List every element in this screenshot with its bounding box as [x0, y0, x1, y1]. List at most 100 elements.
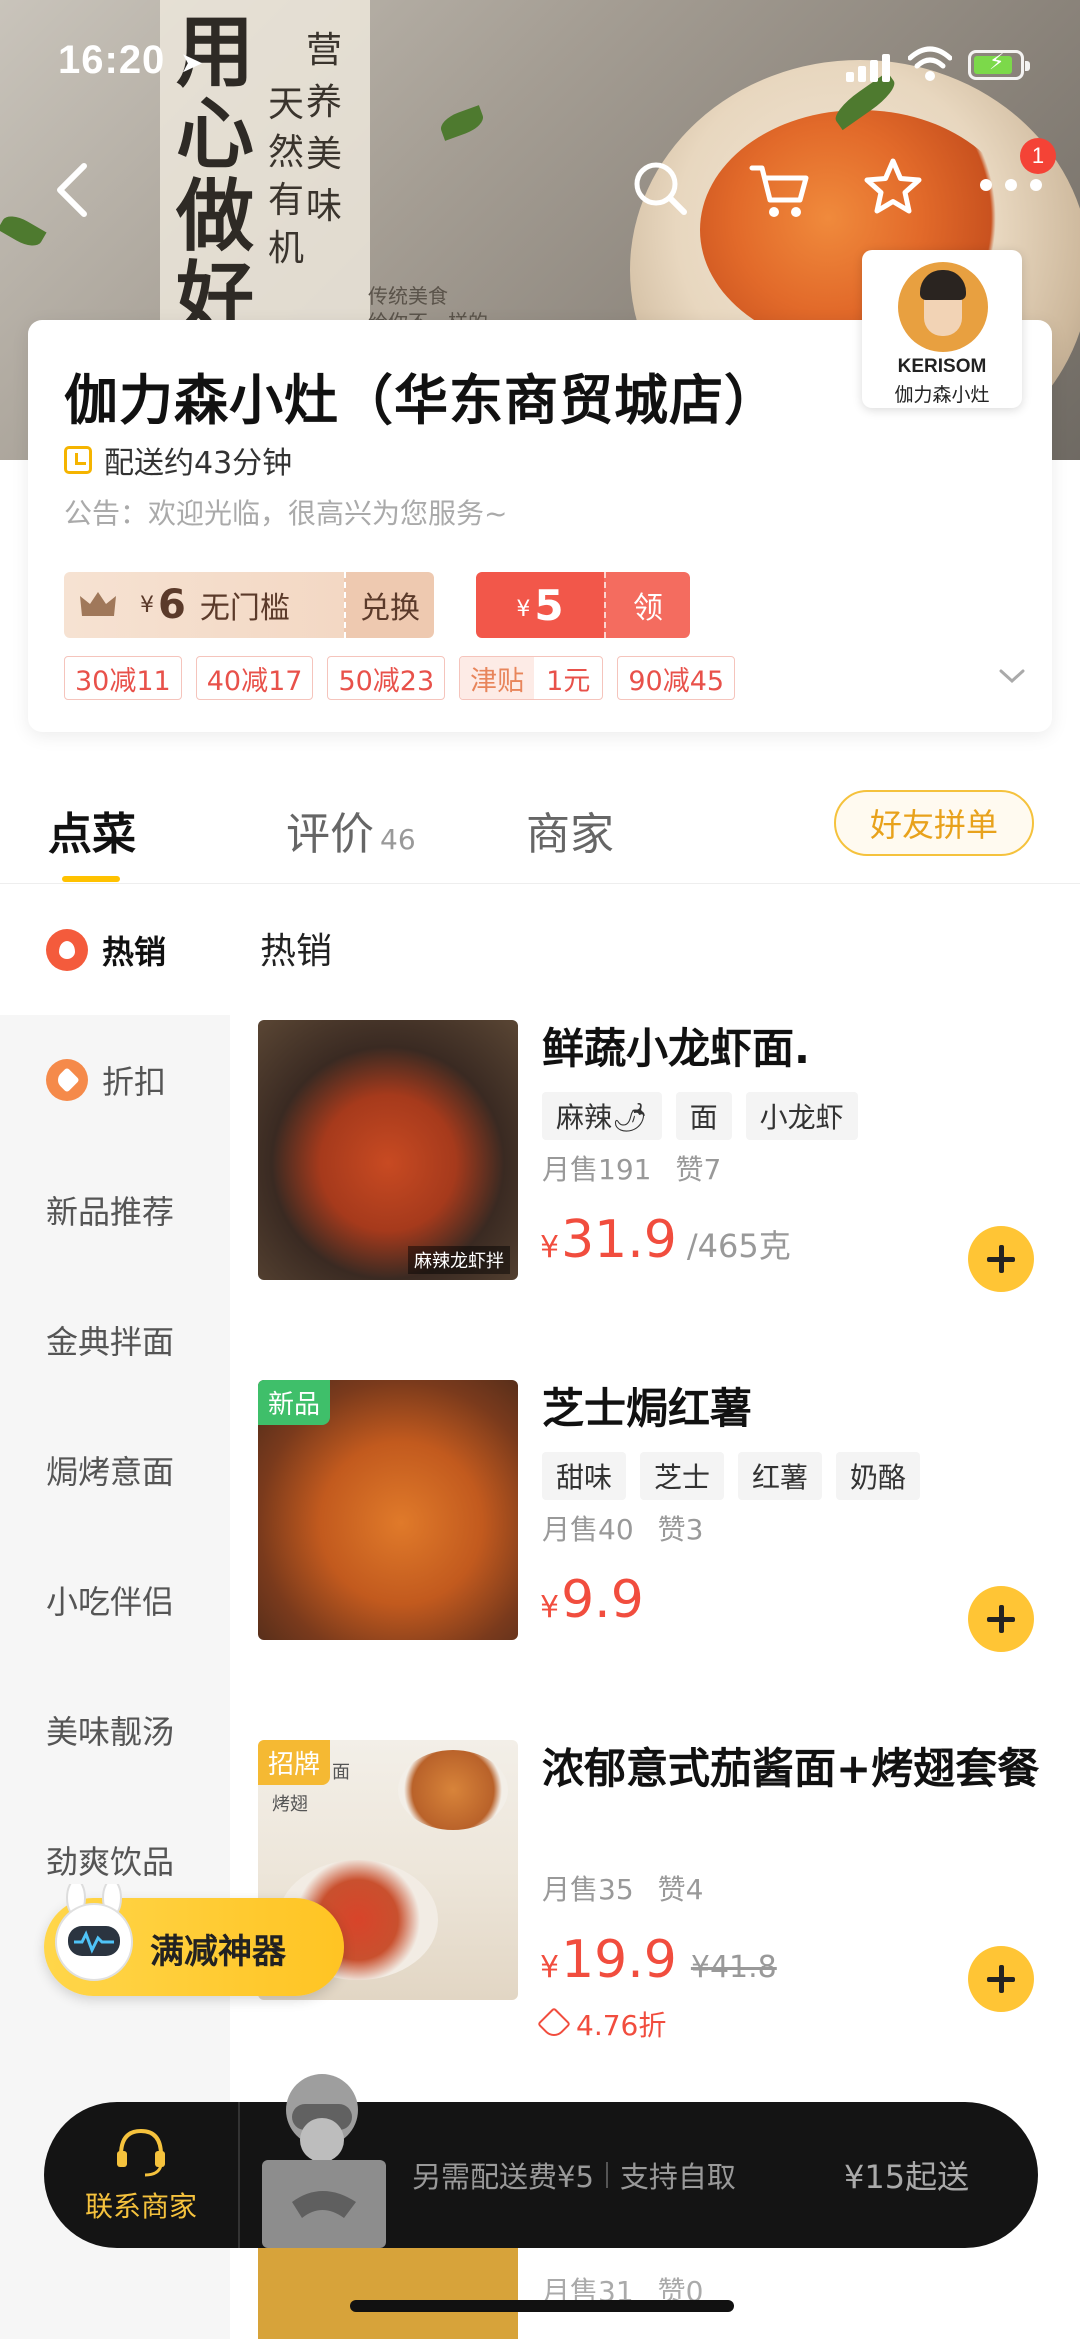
delivery-rider-icon [262, 2074, 386, 2248]
promotion-list[interactable]: 30减11 40减17 50减23 津贴 1元 90减45 [64, 656, 736, 700]
review-count: 46 [380, 823, 416, 856]
new-badge: 新品 [258, 1380, 331, 1425]
notification-badge: 1 [1020, 138, 1056, 174]
logo-brand-cn: 伽力森小灶 [894, 384, 990, 406]
price-currency: ¥ [540, 1230, 560, 1265]
dish-tags: 甜味 芝士 红薯 奶酪 [542, 1452, 921, 1500]
helper-label: 满减神器 [150, 1932, 286, 1972]
divider [605, 2162, 608, 2188]
active-tab-indicator [62, 876, 120, 882]
member-coupon[interactable]: ¥ 6 无门槛 兑换 [64, 572, 434, 638]
sidebar-item-label: 劲爽饮品 [46, 1843, 175, 1881]
price-value: 31.9 [561, 1210, 677, 1270]
sidebar-item-label: 折扣 [102, 1063, 167, 1101]
delivery-fee: 另需配送费¥5 [412, 2160, 594, 2194]
cart-bar[interactable]: 联系商家 另需配送费¥5 支持自取 ¥15起送 [44, 2074, 1038, 2248]
back-icon[interactable] [50, 160, 94, 220]
price-currency: ¥ [540, 1590, 560, 1625]
promo-tag: 50减23 [327, 656, 446, 700]
tab-reviews[interactable]: 评价 46 [286, 798, 416, 862]
battery-icon: ⚡ [968, 50, 1030, 80]
dish-image[interactable]: 麻辣龙虾拌 [258, 1020, 518, 1280]
monthly-sales: 月售35 [542, 1873, 634, 1906]
image-label: 面 [332, 1762, 350, 1783]
dish-name: 芝士焗红薯 [542, 1384, 753, 1433]
red-packet-coupon[interactable]: ¥ 5 领 [476, 572, 690, 638]
shop-logo: KERISOM 伽力森小灶 [862, 250, 1022, 408]
sidebar-item-snacks[interactable]: 小吃伴侣 [0, 1535, 230, 1665]
wifi-icon [908, 46, 952, 81]
coupon-amount: 6 [158, 582, 186, 628]
crown-icon [80, 592, 116, 616]
signal-icon [846, 52, 894, 82]
sidebar-item-hot[interactable]: 热销 [0, 885, 230, 1015]
leaf-icon [0, 210, 47, 252]
add-to-cart-button[interactable] [968, 1226, 1034, 1292]
promo-tag: 30减11 [64, 656, 182, 700]
fire-icon [46, 929, 88, 971]
dish-tag: 小龙虾 [745, 1092, 858, 1140]
sidebar-item-label: 美味靓汤 [46, 1713, 175, 1751]
delivery-info: 另需配送费¥5 支持自取 [412, 2154, 736, 2196]
monthly-sales: 月售191 [542, 1153, 652, 1186]
shop-notice[interactable]: 公告：欢迎光临，很高兴为您服务~ [64, 492, 507, 532]
sidebar-item-label: 金典拌面 [46, 1323, 175, 1361]
discount-value: 4.76折 [576, 2009, 667, 2042]
dish-item[interactable]: 新品 芝士焗红薯 甜味 芝士 红薯 奶酪 月售40 赞3 ¥ 9.9 [258, 1380, 1058, 1652]
delivery-time-text: 配送约43分钟 [104, 446, 293, 481]
star-icon[interactable] [862, 156, 924, 218]
dish-item[interactable]: 面 烤翅 招牌 浓郁意式茄酱面+烤翅套餐 月售35 赞4 ¥ 19.9 ¥41.8… [258, 1740, 1058, 2060]
dish-stats: 月售191 赞7 [542, 1148, 721, 1188]
promo-tag: 90减45 [617, 656, 736, 700]
dish-name: 鲜蔬小龙虾面. [542, 1024, 810, 1073]
dish-image [258, 2240, 518, 2339]
exchange-button[interactable]: 兑换 [344, 572, 434, 638]
contact-merchant-button[interactable]: 联系商家 [44, 2102, 240, 2248]
member-coupon-body: ¥ 6 无门槛 [64, 572, 344, 638]
sidebar-item-label: 热销 [102, 933, 167, 971]
dish-item[interactable]: 麻辣龙虾拌 鲜蔬小龙虾面. 麻辣🌶 面 小龙虾 月售191 赞7 ¥ 31.9 /… [258, 1020, 1058, 1292]
banner-slogan-char: 然 [268, 132, 305, 173]
cart-icon[interactable] [748, 158, 812, 222]
discount-helper-button[interactable]: 满减神器 [44, 1884, 344, 1996]
sidebar-item-label: 新品推荐 [46, 1193, 175, 1231]
sidebar-item-soup[interactable]: 美味靓汤 [0, 1665, 230, 1795]
tab-label: 商家 [526, 809, 614, 860]
add-to-cart-button[interactable] [968, 1586, 1034, 1652]
status-time: 16:20 [58, 38, 166, 82]
banner-slogan-char: 机 [268, 228, 305, 269]
sidebar-item-noodles[interactable]: 金典拌面 [0, 1275, 230, 1405]
sidebar-item-label: 小吃伴侣 [46, 1583, 175, 1621]
banner-caption: 传统美食 [368, 284, 448, 308]
chevron-down-icon[interactable] [998, 666, 1026, 686]
group-order-button[interactable]: 好友拼单 [834, 790, 1034, 856]
sidebar-item-new[interactable]: 新品推荐 [0, 1145, 230, 1275]
search-icon[interactable] [630, 158, 690, 218]
sidebar-item-discount[interactable]: 折扣 [0, 1015, 230, 1145]
price-value: 9.9 [561, 1570, 644, 1630]
sidebar-item-baked-pasta[interactable]: 焗烤意面 [0, 1405, 230, 1535]
chicken-wings [398, 1750, 508, 1830]
more-icon[interactable] [976, 170, 1046, 200]
dish-tag: 芝士 [640, 1452, 725, 1500]
clock-icon [64, 446, 92, 474]
minimum-order: ¥15起送 [844, 2158, 970, 2196]
home-indicator[interactable] [350, 2300, 734, 2312]
tab-merchant[interactable]: 商家 [526, 798, 614, 862]
shop-name: 伽力森小灶（华东商贸城店） [64, 369, 779, 432]
banner-slogan-char: 味 [306, 186, 343, 227]
subsidy-label: 津贴 [460, 657, 535, 699]
tab-label: 评价 [286, 809, 374, 860]
dish-tag: 面 [675, 1092, 732, 1140]
promo-tag: 40减17 [195, 656, 314, 700]
dish-tag: 红薯 [738, 1452, 823, 1500]
dish-tag: 麻辣🌶 [542, 1092, 662, 1140]
coupon-currency: ¥ [516, 596, 531, 622]
monthly-sales: 月售40 [542, 1513, 634, 1546]
robot-icon [55, 1884, 133, 1981]
claim-button[interactable]: 领 [604, 572, 690, 638]
add-to-cart-button[interactable] [968, 1946, 1034, 2012]
signature-badge: 招牌 [258, 1740, 331, 1785]
chef-portrait [898, 262, 988, 352]
tab-order[interactable]: 点菜 [48, 798, 136, 862]
